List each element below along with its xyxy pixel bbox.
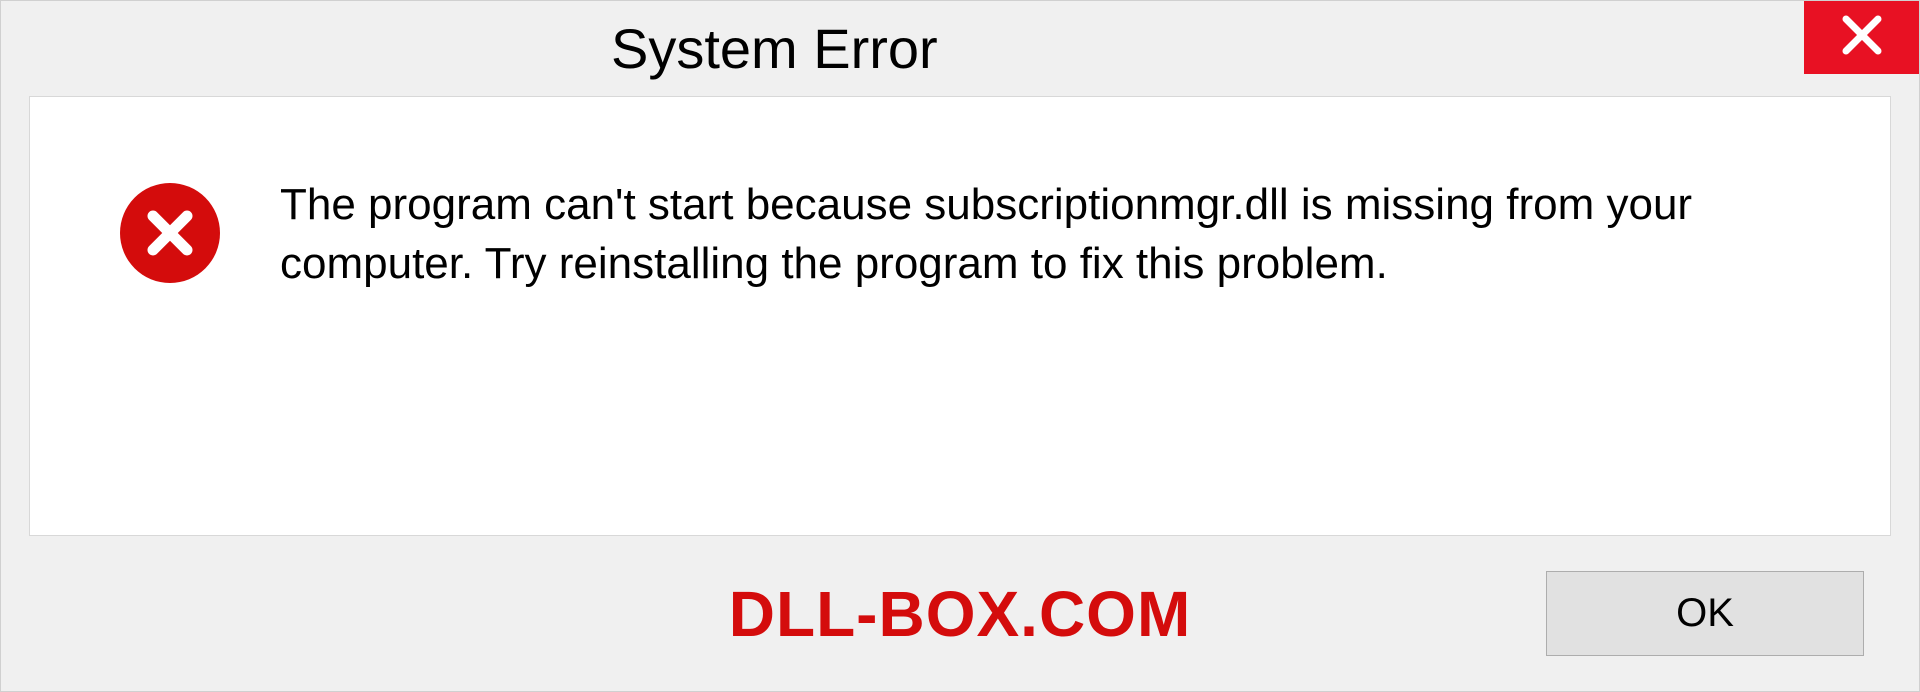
button-bar: DLL-BOX.COM OK [1,536,1919,691]
close-icon [1840,13,1884,62]
dialog-title: System Error [611,16,938,81]
ok-button[interactable]: OK [1546,571,1864,656]
watermark-text: DLL-BOX.COM [729,577,1192,651]
close-button[interactable] [1804,1,1919,74]
titlebar: System Error [1,1,1919,96]
error-dialog: System Error The program can't start bec… [0,0,1920,692]
error-message: The program can't start because subscrip… [280,175,1800,294]
error-icon [120,183,220,283]
content-panel: The program can't start because subscrip… [29,96,1891,536]
